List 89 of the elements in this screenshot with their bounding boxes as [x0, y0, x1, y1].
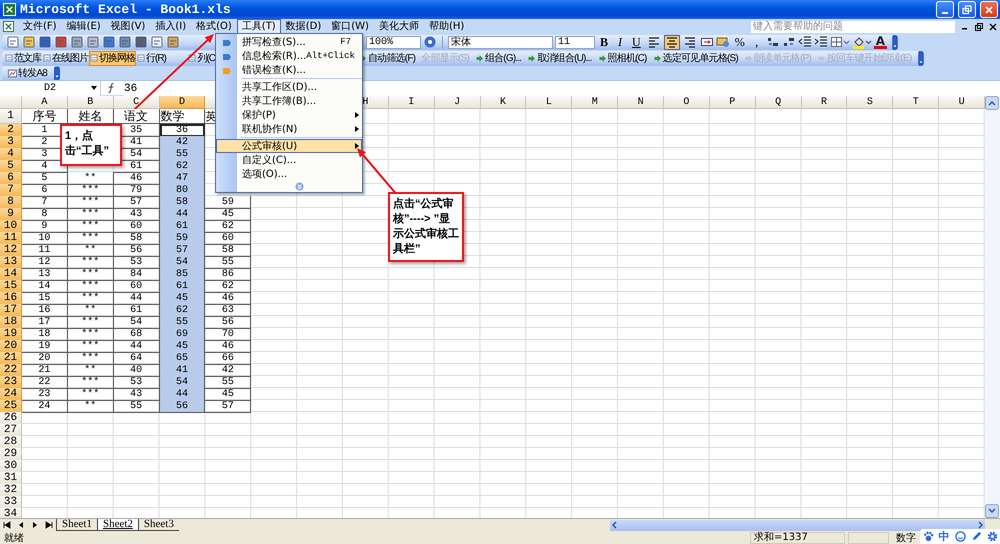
- table-cell: 57: [160, 244, 206, 257]
- table-cell: 61: [160, 220, 206, 233]
- table-cell: ***: [68, 280, 114, 293]
- table-cell: 21: [22, 364, 68, 377]
- table-cell: 55: [205, 256, 252, 269]
- table-cell: 42: [160, 136, 206, 149]
- table-cell: 46: [205, 292, 252, 305]
- table-cell: 45: [160, 292, 206, 305]
- table-cell: 44: [160, 208, 206, 221]
- table-cell: 70: [205, 328, 252, 341]
- table-cell: **: [68, 364, 114, 377]
- table-cell: 56: [205, 316, 252, 329]
- table-cell: 86: [205, 268, 252, 281]
- table-cell: ***: [68, 316, 114, 329]
- table-cell: ***: [68, 256, 114, 269]
- table-cell: 11: [22, 244, 68, 257]
- table-cell: ***: [68, 352, 114, 365]
- table-cell: ***: [68, 328, 114, 341]
- table-cell: 8: [22, 208, 68, 221]
- table-cell: 6: [22, 184, 68, 197]
- table-cell: 66: [205, 352, 252, 365]
- table-cell: 58: [205, 244, 252, 257]
- table-cell: 59: [160, 232, 206, 245]
- table-cell: 56: [160, 400, 206, 413]
- table-cell: 55: [160, 316, 206, 329]
- table-cell: 62: [205, 280, 252, 293]
- table-cell: 47: [160, 172, 206, 185]
- table-cell: 44: [160, 388, 206, 401]
- table-cell: 80: [160, 184, 206, 197]
- table-cell: 54: [160, 256, 206, 269]
- table-cell: ***: [68, 232, 114, 245]
- table-cell: ***: [68, 268, 114, 281]
- table-cell: ***: [68, 292, 114, 305]
- table-cell: 57: [205, 400, 252, 413]
- table-cell: 62: [160, 304, 206, 317]
- table-cell: 7: [22, 196, 68, 209]
- table-cell: 18: [22, 328, 68, 341]
- table-cell: 16: [22, 304, 68, 317]
- mode-indicator: 数字: [896, 532, 916, 544]
- table-cell: 24: [22, 400, 68, 413]
- table-cell: 65: [160, 352, 206, 365]
- table-cell: 62: [160, 160, 206, 173]
- table-cell: 61: [160, 280, 206, 293]
- table-cell: 23: [22, 388, 68, 401]
- table-cell: 41: [160, 364, 206, 377]
- table-cell: **: [68, 172, 114, 185]
- table-cell: 17: [22, 316, 68, 329]
- table-cell: 55: [205, 376, 252, 389]
- table-cell: ***: [68, 376, 114, 389]
- callout-note: 1，点击“工具”: [60, 124, 122, 166]
- table-cell: 45: [160, 340, 206, 353]
- table-cell: 9: [22, 220, 68, 233]
- table-cell: 42: [205, 364, 252, 377]
- table-cell: 10: [22, 232, 68, 245]
- table-cell: ***: [68, 196, 114, 209]
- callout-note: 点击“公式审核”----> ”显示公式审核工具栏”: [388, 192, 464, 262]
- table-cell: 85: [160, 268, 206, 281]
- table-cell: 69: [160, 328, 206, 341]
- table-cell: ***: [68, 220, 114, 233]
- table-cell: 55: [114, 400, 160, 413]
- table-cell: ***: [68, 388, 114, 401]
- status-text: 就绪: [4, 532, 24, 544]
- table-cell: 13: [22, 268, 68, 281]
- table-cell: 60: [205, 232, 252, 245]
- table-cell: 55: [160, 148, 206, 161]
- table-cell: 19: [22, 340, 68, 353]
- table-cell: 语文: [114, 109, 160, 124]
- table-cell: 59: [205, 196, 252, 209]
- table-cell: **: [68, 304, 114, 317]
- table-cell: 62: [205, 220, 252, 233]
- table-cell: ***: [68, 340, 114, 353]
- table-cell: 63: [205, 304, 252, 317]
- table-cell: 22: [22, 376, 68, 389]
- table-cell: 14: [22, 280, 68, 293]
- table-cell: 46: [205, 340, 252, 353]
- table-cell: 20: [22, 352, 68, 365]
- table-cell: 45: [205, 388, 252, 401]
- table-cell: **: [68, 400, 114, 413]
- table-cell: 54: [160, 376, 206, 389]
- table-cell: 5: [22, 172, 68, 185]
- window-title: Microsoft Excel - Book1.xls: [20, 2, 231, 17]
- table-cell: 58: [160, 196, 206, 209]
- table-cell: 15: [22, 292, 68, 305]
- table-cell: **: [68, 244, 114, 257]
- table-cell: ***: [68, 208, 114, 221]
- table-cell: 12: [22, 256, 68, 269]
- table-cell: 45: [205, 208, 252, 221]
- sum-readout: 求和=1337: [750, 532, 845, 544]
- table-cell: ***: [68, 184, 114, 197]
